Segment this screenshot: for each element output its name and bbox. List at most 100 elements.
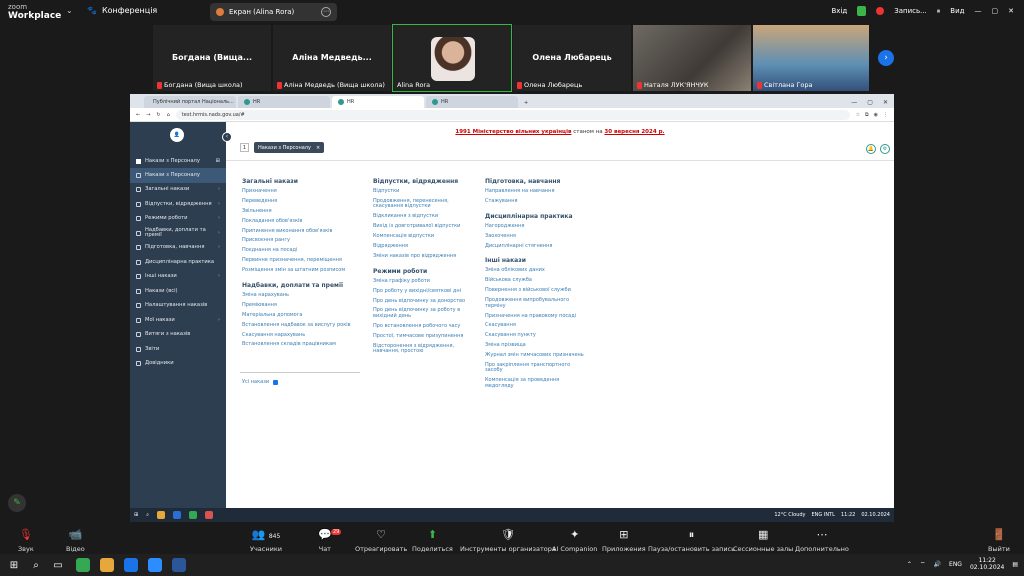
breakout-rooms-button[interactable]: ▦ Сессионные залы [733,528,793,553]
user-avatar[interactable]: 👤 [170,128,184,142]
sidebar-item[interactable]: Накази (всі) [130,284,226,299]
reload-icon[interactable]: ↻ [156,112,160,118]
zoom-app-icon[interactable] [173,511,182,519]
participant-tile[interactable]: Аліна Медведь... Аліна Медведь (Вища шко… [272,24,392,92]
sidebar-item[interactable]: Накази з Персоналу [130,168,226,183]
annotate-pen-icon[interactable]: ✎ [8,494,26,512]
order-link[interactable]: Про день відпочинку за роботу в вихідний… [373,308,478,319]
pause-icon[interactable]: ⏸ [937,7,941,16]
order-link[interactable]: Відрядження [373,243,478,250]
order-link[interactable]: Переведення [242,198,351,205]
forward-icon[interactable]: → [146,112,150,118]
order-link[interactable]: Зміна облікових даних [485,268,585,274]
sidebar-item[interactable]: Підготовка, навчання › [130,241,226,256]
edge-icon[interactable] [124,558,138,572]
volume-icon[interactable]: 🔊 [934,561,941,568]
order-link[interactable]: Про закріплення транспортного засобу [485,362,585,374]
language-indicator[interactable]: ENG [949,561,962,568]
order-link[interactable]: Призначення [242,188,351,195]
participants-button[interactable]: 👥 845 Учасники [250,528,282,553]
order-link[interactable]: Нагородження [485,223,585,230]
order-link[interactable]: Припинення виконання обов'язків [242,228,351,235]
settings-icon[interactable]: ⚙ [880,144,890,154]
more-icon[interactable]: ⋯ [321,7,331,17]
order-link[interactable]: Простої, тимчасове призупинення [373,333,478,340]
conference-menu[interactable]: 🐾 Конференція [87,6,157,15]
order-link[interactable]: Відсторонення з відрядження, навчання, п… [373,343,478,355]
host-tools-button[interactable]: 🛡 Инструменты организатора [460,528,556,553]
sidebar-item[interactable]: Налаштування наказів [130,299,226,314]
word-icon[interactable] [172,558,186,572]
maximize-icon[interactable]: ▢ [992,7,999,15]
order-link[interactable]: Первинне призначення, переміщення [242,258,351,264]
search-icon[interactable]: ⌕ [28,557,44,573]
order-link[interactable]: Повернення з військової служби [485,288,585,294]
order-link[interactable]: Преміювання [242,302,351,309]
order-link[interactable]: Зміна прізвища [485,343,585,349]
video-button[interactable]: 📹 Відео [66,528,85,553]
sidebar-item[interactable]: Загальні накази › [130,183,226,198]
order-link[interactable]: Про встановлення робочого часу [373,323,478,330]
grid-icon[interactable]: ⊞ [216,158,220,164]
task-view-icon[interactable]: ▭ [50,557,66,573]
browser-tab[interactable]: HR [426,96,518,108]
tab-counter[interactable]: 1 [240,143,249,152]
apps-button[interactable]: ⊞ Приложения [602,528,646,553]
audio-button[interactable]: 🎙 Звук [18,528,34,553]
tab-chip[interactable]: Накази з Персоналу × [254,142,325,153]
minimize-icon[interactable]: — [975,7,982,15]
bell-icon[interactable]: 🔔 [866,144,876,154]
notifications-icon[interactable]: ▤ [1012,561,1018,568]
windows-icon[interactable]: ⊞ [6,557,22,573]
browser-tab-active[interactable]: HR [332,96,424,108]
screen-share-pill[interactable]: Екран (Alina Rora) ⋯ [210,3,337,21]
menu-icon[interactable]: ⋮ [883,112,888,118]
order-link[interactable]: Про день відпочинку за донорство [373,298,478,305]
order-link[interactable]: Скасування нарахувань [242,332,351,339]
checkbox-icon[interactable] [273,379,279,385]
order-link[interactable]: Відкликання з відпустки [373,214,478,220]
home-icon[interactable]: ⌂ [167,112,170,118]
search-icon[interactable]: ⌕ [146,512,149,518]
order-link[interactable]: Матеріальна допомога [242,312,351,319]
pause-record-button[interactable]: ⏸ Пауза/остановить запись [648,528,735,553]
close-icon[interactable]: ✕ [1008,7,1014,15]
order-link[interactable]: Компенсація відпустки [373,234,478,240]
clock[interactable]: 11:22 02.10.2024 [970,557,1004,571]
participant-tile[interactable]: Світлана Гора [752,24,870,92]
all-orders-toggle[interactable]: Усі накази [242,379,279,385]
star-icon[interactable]: ☆ [856,112,860,118]
extension-icon[interactable]: ⧉ [865,112,869,118]
sidebar-item[interactable]: Витяги з наказів [130,328,226,343]
order-link[interactable]: Скасування пункту [485,333,585,339]
folder-icon[interactable] [157,511,166,519]
order-link[interactable]: Зміни наказів про відрядження [373,253,478,260]
order-link[interactable]: Зміна графіку роботи [373,278,478,285]
sidebar-item[interactable]: Мої накази › [130,313,226,328]
order-link[interactable]: Продовження випробувального терміну [485,297,585,309]
order-link[interactable]: Зміна нарахувань [242,292,351,299]
language-indicator[interactable]: ENG INTL [812,512,835,518]
more-button[interactable]: ⋯ Дополнительно [795,528,849,553]
order-link[interactable]: Відпустки [373,188,478,195]
new-tab-button[interactable]: + [520,100,532,108]
maximize-icon[interactable]: ▢ [867,99,873,106]
chrome-icon[interactable] [76,558,90,572]
zoom-app-icon[interactable] [148,558,162,572]
order-link[interactable]: Стажування [485,198,585,205]
chevron-up-icon[interactable]: ⌃ [907,561,912,568]
order-link[interactable]: Скасування [485,323,585,329]
view-button[interactable]: Вид [950,7,964,15]
leave-button[interactable]: 🚪 Выйти [988,528,1010,553]
chat-button[interactable]: 💬 29 Чат [318,528,342,553]
order-link[interactable]: Поєднання на посаді [242,248,351,254]
chrome-icon[interactable] [189,511,198,519]
chevron-down-icon[interactable]: ⌄ [66,6,73,15]
order-link[interactable]: Дисциплінарні стягнення [485,243,585,250]
order-link[interactable]: Присвоєння рангу [242,238,351,244]
participant-tile-active[interactable]: Alina Rora [392,24,512,92]
shield-icon[interactable] [857,6,867,16]
browser-tab[interactable]: Публічний портал Національ... [144,96,236,108]
gallery-next-button[interactable]: › [878,50,894,66]
sidebar-item[interactable]: Режими роботи › [130,212,226,227]
